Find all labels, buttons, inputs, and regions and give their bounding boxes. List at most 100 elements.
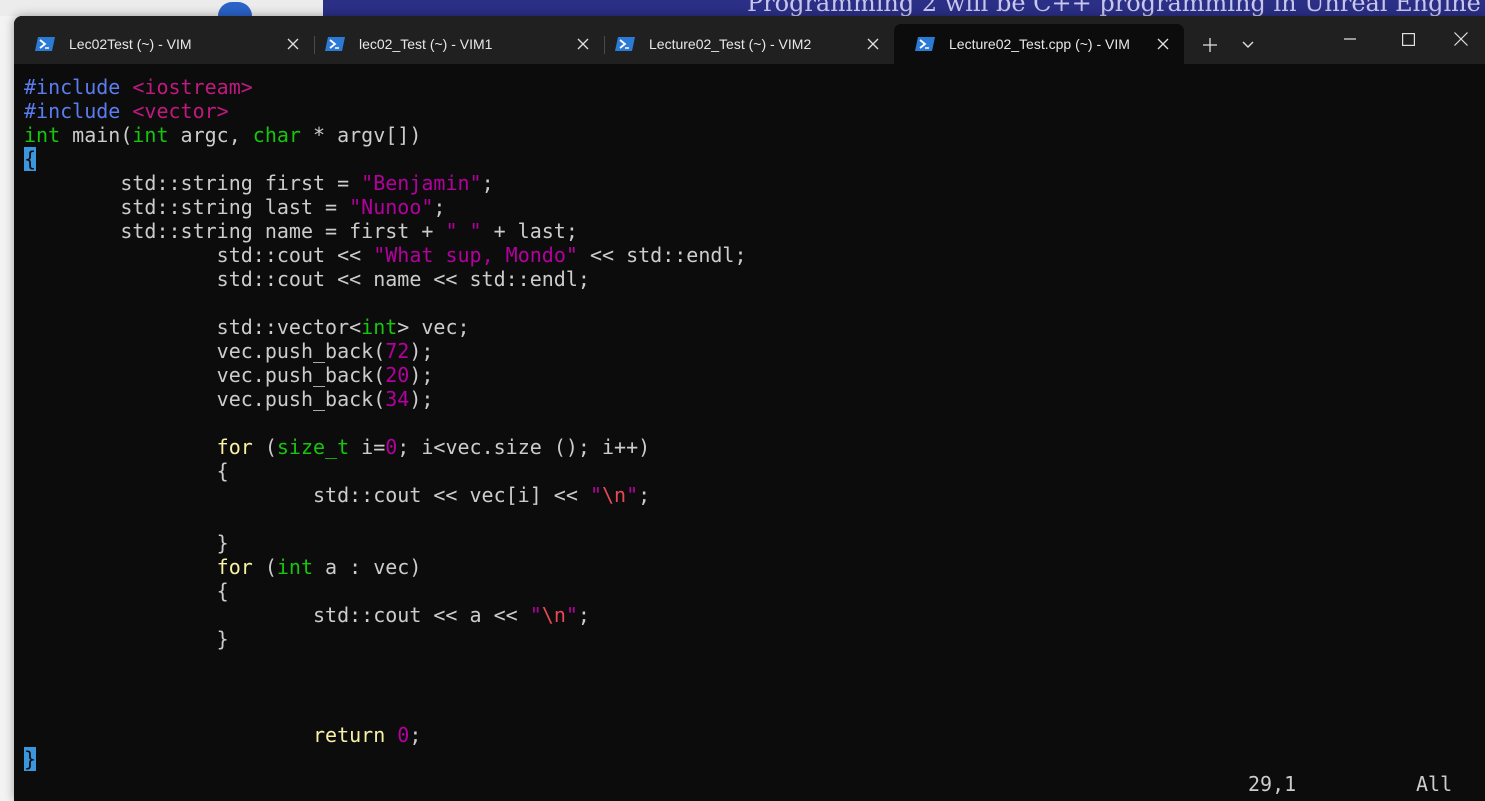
code-token: std::vector< [24, 315, 362, 339]
window-close-button[interactable] [1437, 16, 1485, 62]
code-token: 72 [385, 339, 410, 363]
code-token: "Benjamin" [361, 171, 482, 195]
cursor-char: } [24, 747, 37, 771]
window-close-icon [1454, 32, 1468, 46]
code-token: ); [409, 387, 434, 411]
tab-lecture02-test[interactable]: Lecture02_Test (~) - VIM2 [594, 24, 894, 64]
code-token: ; [481, 171, 494, 195]
code-token: #include [24, 75, 133, 99]
code-line: std::cout << "What sup, Mondo" << std::e… [24, 243, 1464, 267]
code-line: std::vector<int> vec; [24, 315, 1464, 339]
code-token: " [565, 603, 578, 627]
code-token: int [24, 123, 61, 147]
title-bar[interactable]: Lec02Test (~) - VIM lec02_Test (~) - VIM… [14, 16, 1485, 64]
code-token: ); [409, 339, 434, 363]
code-line: for (int a : vec) [24, 555, 1464, 579]
code-line: { [24, 147, 1464, 171]
code-line: std::string name = first + " " + last; [24, 219, 1464, 243]
close-icon[interactable] [1148, 29, 1178, 59]
tab-lec02test[interactable]: Lec02Test (~) - VIM [14, 24, 314, 64]
code-token: std::string name = first + [24, 219, 446, 243]
terminal-window: Lec02Test (~) - VIM lec02_Test (~) - VIM… [14, 16, 1485, 801]
code-line: vec.push_back(20); [24, 363, 1464, 387]
tab-label: Lec02Test (~) - VIM [69, 36, 192, 52]
vim-editor[interactable]: #include <iostream> #include <vector> int … [24, 75, 1464, 771]
code-token: return [312, 723, 386, 747]
code-token: ( [252, 555, 277, 579]
code-line: vec.push_back(34); [24, 387, 1464, 411]
code-token: 20 [385, 363, 410, 387]
code-line: #include <vector> [24, 99, 1464, 123]
powershell-icon [615, 37, 635, 51]
code-line: #include <iostream> [24, 75, 1464, 99]
code-token: ; i<vec.size (); i++) [397, 435, 651, 459]
code-token: " [529, 603, 542, 627]
code-token: argc, [168, 123, 253, 147]
code-token: int [276, 555, 313, 579]
new-tab-button[interactable] [1194, 28, 1226, 62]
code-token: ; [409, 723, 422, 747]
code-token: #include [24, 99, 133, 123]
code-token: ; [638, 483, 651, 507]
code-token: for [216, 435, 253, 459]
code-token: main( [60, 123, 133, 147]
powershell-icon [325, 37, 345, 51]
code-token: ( [252, 435, 277, 459]
tab-label: Lecture02_Test (~) - VIM2 [649, 36, 812, 52]
tab-lecture02-test-cpp[interactable]: Lecture02_Test.cpp (~) - VIM [894, 24, 1184, 64]
code-token: > vec; [397, 315, 470, 339]
scroll-indicator: All [1416, 772, 1453, 796]
code-line: { [24, 579, 1464, 603]
code-token: int [132, 123, 169, 147]
close-icon[interactable] [858, 29, 888, 59]
code-token: "Nunoo" [349, 195, 434, 219]
code-line: vec.push_back(72); [24, 339, 1464, 363]
code-token: \n [541, 603, 566, 627]
code-token: vec.push_back( [24, 387, 386, 411]
code-token: 0 [385, 435, 398, 459]
code-token: i= [349, 435, 386, 459]
code-line: std::cout << vec[i] << "\n"; [24, 483, 1464, 507]
code-line: return 0; [24, 723, 1464, 747]
code-line: std::string first = "Benjamin"; [24, 171, 1464, 195]
maximize-button[interactable] [1379, 16, 1437, 62]
cursor-position: 29,1 [1248, 772, 1297, 796]
code-token: ; [433, 195, 446, 219]
tab-lec02-test[interactable]: lec02_Test (~) - VIM1 [304, 24, 604, 64]
powershell-icon [915, 37, 935, 51]
code-token: * argv[]) [300, 123, 422, 147]
powershell-icon [35, 37, 55, 51]
code-token: "What sup, Mondo" [373, 243, 578, 267]
minimize-button[interactable] [1321, 16, 1379, 62]
code-token: int [361, 315, 398, 339]
code-line: } [24, 531, 1464, 555]
code-token: vec.push_back( [24, 339, 386, 363]
code-token: 0 [397, 723, 410, 747]
minimize-icon [1344, 38, 1356, 40]
code-line: std::string last = "Nunoo"; [24, 195, 1464, 219]
code-line: std::cout << name << std::endl; [24, 267, 1464, 291]
code-token: ); [409, 363, 434, 387]
code-token: " [626, 483, 639, 507]
code-token: a : vec) [313, 555, 422, 579]
tab-dropdown-button[interactable] [1232, 28, 1264, 62]
tab-label: Lecture02_Test.cpp (~) - VIM [949, 36, 1130, 52]
code-token: size_t [276, 435, 350, 459]
code-token: \n [601, 483, 627, 507]
code-token: <vector> [132, 99, 229, 123]
code-line: for (size_t i=0; i<vec.size (); i++) [24, 435, 1464, 459]
chevron-down-icon [1242, 41, 1254, 48]
code-line: } [24, 627, 1464, 651]
code-token: for [216, 555, 253, 579]
tab-label: lec02_Test (~) - VIM1 [359, 36, 493, 52]
code-token: + last; [481, 219, 578, 243]
code-token: " [589, 483, 602, 507]
